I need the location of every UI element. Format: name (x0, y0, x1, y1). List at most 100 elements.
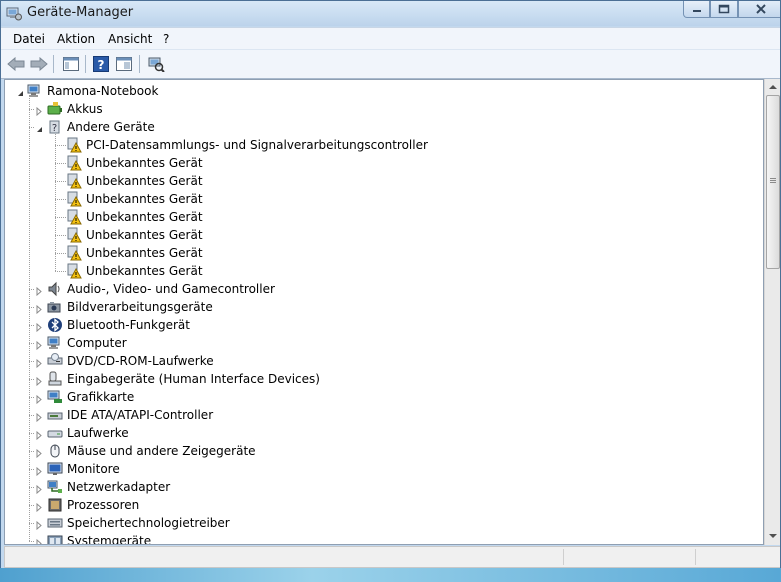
up-arrow-icon (769, 85, 777, 89)
tree-device-0[interactable]: PCI-Datensammlungs- und Signalverarbeitu… (66, 136, 428, 154)
back-arrow-icon (7, 57, 25, 71)
tree-category-9[interactable]: IDE ATA/ATAPI-Controller (47, 406, 213, 424)
tree-device-2[interactable]: Unbekanntes Gerät (66, 172, 203, 190)
tree-item-label: Prozessoren (67, 498, 140, 512)
close-button[interactable] (738, 1, 780, 18)
tree-category-15[interactable]: Speichertechnologietreiber (47, 514, 230, 532)
scrollbar-thumb[interactable] (766, 95, 780, 269)
device-tree: Ramona-Notebook Akkus? Andere Geräte PCI-Da… (4, 79, 764, 545)
tree-category-16[interactable]: Systemgeräte (47, 532, 152, 545)
tree-category-8[interactable]: Grafikkarte (47, 388, 134, 406)
tree-item-label: Laufwerke (67, 426, 129, 440)
tree-category-13[interactable]: Netzwerkadapter (47, 478, 170, 496)
tree-item-label: Eingabegeräte (Human Interface Devices) (67, 372, 320, 386)
tree-device-6[interactable]: Unbekanntes Gerät (66, 244, 203, 262)
tree-item-label: PCI-Datensammlungs- und Signalverarbeitu… (86, 138, 428, 152)
forward-button[interactable] (29, 54, 49, 74)
tree-item-label: Mäuse und andere Zeigegeräte (67, 444, 256, 458)
expand-arrow-icon[interactable] (35, 357, 44, 369)
tree-category-10[interactable]: Laufwerke (47, 424, 129, 442)
properties-view-icon (116, 57, 132, 71)
scroll-down-button[interactable] (765, 528, 780, 544)
tree-category-12[interactable]: Monitore (47, 460, 120, 478)
expand-arrow-icon[interactable] (35, 519, 44, 531)
show-hide-console-tree-button[interactable] (61, 54, 81, 74)
menu-help[interactable]: ? (163, 32, 169, 46)
warning-device-icon (67, 173, 82, 189)
tree-device-5[interactable]: Unbekanntes Gerät (66, 226, 203, 244)
tree-category-0[interactable]: Akkus (47, 100, 103, 118)
battery-icon (47, 102, 62, 115)
collapse-arrow-icon[interactable] (16, 87, 25, 96)
tree-category-11[interactable]: Mäuse und andere Zeigegeräte (47, 442, 256, 460)
tree-root-computer[interactable]: Ramona-Notebook (27, 82, 158, 100)
minimize-button[interactable] (683, 1, 710, 18)
storage-driver-icon (47, 518, 63, 528)
down-arrow-icon (769, 534, 777, 538)
tree-item-label: Bildverarbeitungsgeräte (67, 300, 213, 314)
expand-arrow-icon[interactable] (35, 465, 44, 477)
warning-device-icon (67, 227, 82, 243)
help-button[interactable]: ? (91, 54, 111, 74)
desktop-taskbar-edge (0, 568, 781, 582)
warning-device-icon (67, 245, 82, 261)
tree-item-label: Monitore (67, 462, 120, 476)
computer-icon (47, 336, 60, 349)
expand-arrow-icon[interactable] (35, 501, 44, 513)
expand-arrow-icon[interactable] (35, 285, 44, 297)
expand-arrow-icon[interactable] (35, 537, 44, 544)
menu-aktion[interactable]: Aktion (57, 32, 95, 46)
scroll-up-button[interactable] (765, 79, 780, 95)
maximize-button[interactable] (710, 1, 738, 18)
vertical-scrollbar[interactable] (764, 79, 780, 545)
expand-arrow-icon[interactable] (35, 393, 44, 405)
expand-arrow-icon[interactable] (35, 303, 44, 315)
tree-category-2[interactable]: Audio-, Video- und Gamecontroller (47, 280, 275, 298)
tree-item-label: Netzwerkadapter (67, 480, 171, 494)
warning-device-icon (67, 209, 82, 225)
tree-item-label: Unbekanntes Gerät (86, 246, 203, 260)
tree-item-label: Andere Geräte (67, 120, 155, 134)
tree-device-1[interactable]: Unbekanntes Gerät (66, 154, 203, 172)
expand-arrow-icon[interactable] (35, 321, 44, 333)
svg-text:?: ? (98, 58, 105, 72)
tree-category-1[interactable]: ? Andere Geräte (47, 118, 155, 136)
device-manager-icon (6, 7, 22, 21)
back-button[interactable] (6, 54, 26, 74)
tree-category-6[interactable]: DVD/CD-ROM-Laufwerke (47, 352, 214, 370)
dvd-drive-icon (47, 353, 63, 365)
menu-ansicht[interactable]: Ansicht (108, 32, 152, 46)
tree-item-label: Computer (67, 336, 127, 350)
expand-arrow-icon[interactable] (35, 429, 44, 441)
expand-arrow-icon[interactable] (35, 447, 44, 459)
tree-category-7[interactable]: Eingabegeräte (Human Interface Devices) (47, 370, 320, 388)
tree-device-4[interactable]: Unbekanntes Gerät (66, 208, 203, 226)
tree-item-label: Audio-, Video- und Gamecontroller (67, 282, 275, 296)
tree-category-3[interactable]: Bildverarbeitungsgeräte (47, 298, 213, 316)
tree-category-14[interactable]: Prozessoren (47, 496, 139, 514)
menu-datei[interactable]: Datei (13, 32, 45, 46)
tree-item-label: Systemgeräte (67, 534, 152, 545)
tree-item-label: IDE ATA/ATAPI-Controller (67, 408, 214, 422)
expand-arrow-icon[interactable] (35, 411, 44, 423)
expand-arrow-icon[interactable] (35, 483, 44, 495)
tree-category-5[interactable]: Computer (47, 334, 127, 352)
tree-item-label: Unbekanntes Gerät (86, 210, 203, 224)
svg-text:?: ? (52, 123, 57, 134)
expand-arrow-icon[interactable] (35, 339, 44, 351)
toolbar: ? (1, 49, 780, 79)
disk-drive-icon (47, 430, 63, 438)
ide-controller-icon (47, 412, 63, 420)
title-bar[interactable]: Geräte-Manager (1, 1, 780, 26)
scan-hardware-icon (148, 57, 165, 72)
tree-item-label: Unbekanntes Gerät (86, 264, 203, 278)
maximize-icon (718, 4, 730, 13)
expand-arrow-icon[interactable] (35, 105, 44, 117)
tree-category-4[interactable]: Bluetooth-Funkgerät (47, 316, 190, 334)
collapse-arrow-icon[interactable] (35, 123, 44, 132)
tree-device-3[interactable]: Unbekanntes Gerät (66, 190, 203, 208)
scan-hardware-button[interactable] (146, 54, 166, 74)
properties-view-button[interactable] (114, 54, 134, 74)
expand-arrow-icon[interactable] (35, 375, 44, 387)
tree-device-7[interactable]: Unbekanntes Gerät (66, 262, 203, 280)
